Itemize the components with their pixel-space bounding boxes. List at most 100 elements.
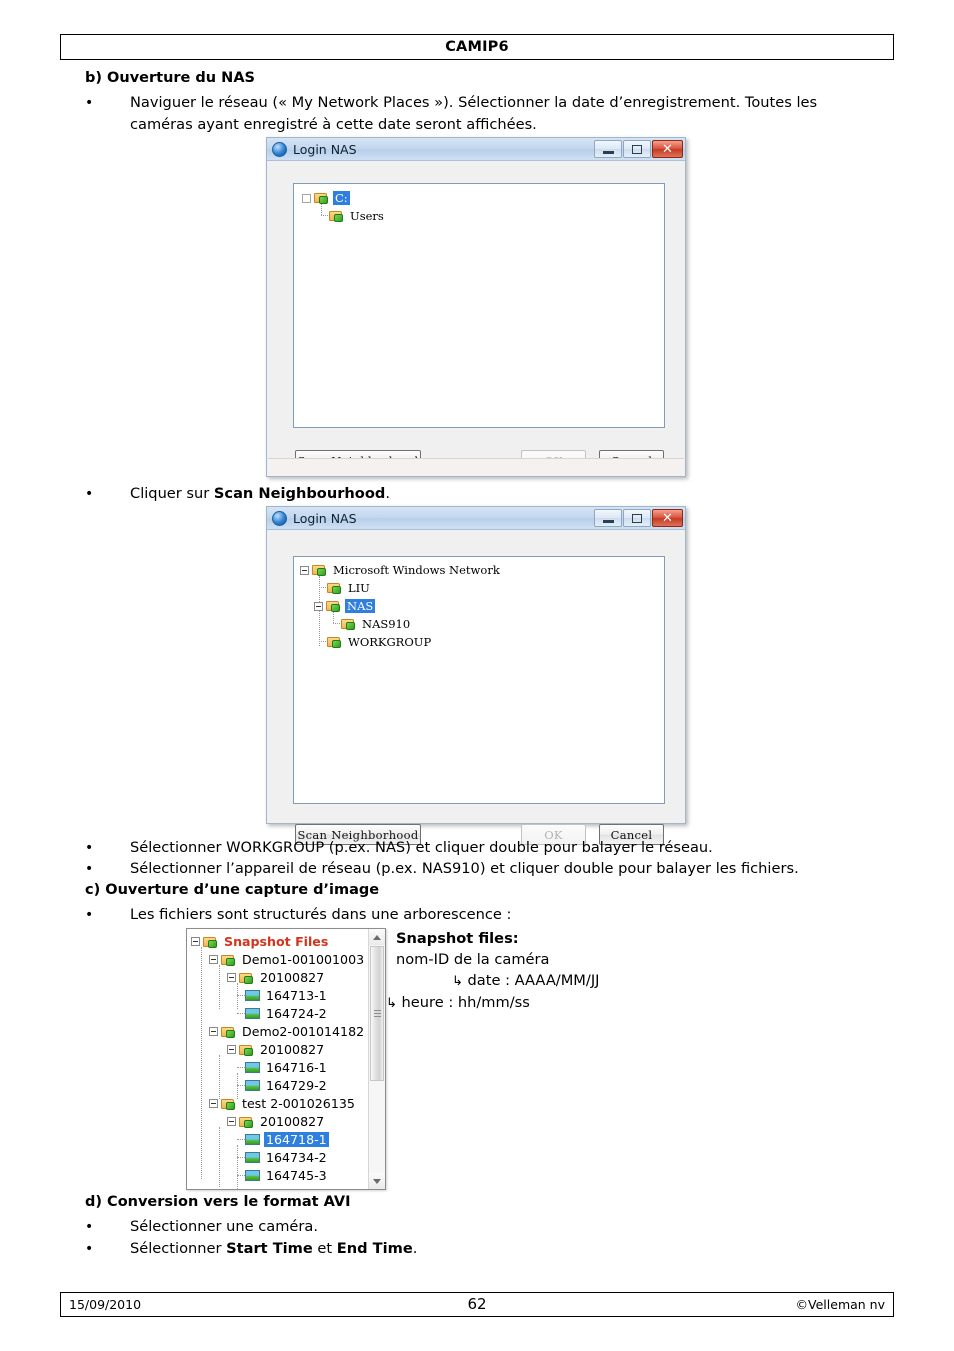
tree-node-nas910[interactable]: NAS910: [341, 617, 412, 631]
dialog1-tree-panel[interactable]: C: Users: [293, 183, 665, 428]
snapshot-tree-scrollbar[interactable]: [368, 929, 385, 1189]
snapshot-node-file-5-selected[interactable]: 164718-1: [245, 1132, 329, 1147]
expander-icon[interactable]: [209, 955, 218, 964]
tree-node-liu[interactable]: LIU: [327, 581, 372, 595]
dialog1-title: Login NAS: [293, 141, 357, 157]
bullet-marker: •: [85, 840, 94, 856]
login-nas-dialog-1[interactable]: Login NAS ✕ C: Users Scan Neighborhood O…: [266, 137, 686, 477]
scrollbar-thumb[interactable]: [370, 946, 384, 1081]
snapshot-node-test2[interactable]: test 2-001026135: [209, 1096, 357, 1111]
expander-icon[interactable]: [191, 937, 200, 946]
snapshot-node-label: test 2-001026135: [242, 1096, 355, 1111]
bullet-c1-text: Les fichiers sont structurés dans une ar…: [130, 906, 512, 923]
dialog2-tree-panel[interactable]: Microsoft Windows Network LIU NAS NAS910: [293, 556, 665, 804]
snapshot-node-label: 164745-3: [266, 1168, 327, 1183]
scroll-down-button[interactable]: [369, 1173, 385, 1189]
bullet-b2-bold: Scan Neighbourhood: [213, 485, 386, 502]
minimize-button[interactable]: [594, 140, 622, 158]
snapshot-legend: Snapshot files: nom-ID de la caméra ↳ da…: [386, 928, 599, 1014]
tree-node-users[interactable]: Users: [329, 209, 386, 223]
expander-icon[interactable]: [227, 973, 236, 982]
snapshot-node-root[interactable]: Snapshot Files: [191, 934, 330, 949]
snapshot-files-tree[interactable]: Snapshot Files Demo1-001001003 20100827 …: [186, 928, 386, 1190]
minimize-button[interactable]: [594, 509, 622, 527]
snapshot-node-label: 164724-2: [266, 1006, 327, 1021]
snapshot-node-file-6[interactable]: 164734-2: [245, 1150, 329, 1165]
snapshot-node-label: Demo2-001014182: [242, 1024, 365, 1039]
snapshot-node-file-7[interactable]: 164745-3: [245, 1168, 329, 1183]
image-file-icon: [245, 1170, 260, 1181]
legend-title: Snapshot files:: [396, 930, 519, 947]
snapshot-node-file-2[interactable]: 164724-2: [245, 1006, 329, 1021]
snapshot-node-file-4[interactable]: 164729-2: [245, 1078, 329, 1093]
snapshot-node-label: 164729-2: [266, 1078, 327, 1093]
maximize-button[interactable]: [623, 140, 651, 158]
bullet-d1-text: Sélectionner une caméra.: [130, 1218, 318, 1235]
close-button[interactable]: ✕: [652, 140, 683, 158]
legend-line-1: nom-ID de la caméra: [396, 951, 550, 968]
close-icon: ✕: [662, 141, 673, 157]
network-folder-icon: [239, 1116, 254, 1128]
tree-line: [237, 1175, 245, 1176]
bullet-b1-text: Naviguer le réseau (« My Network Places …: [130, 94, 818, 133]
tree-line: [237, 1085, 245, 1086]
expander-icon[interactable]: [300, 565, 309, 575]
expander-icon[interactable]: [209, 1027, 218, 1036]
snapshot-node-demo2[interactable]: Demo2-001014182: [209, 1024, 366, 1039]
expander-icon[interactable]: [227, 1045, 236, 1054]
tree-node-workgroup[interactable]: WORKGROUP: [327, 635, 433, 649]
bullet-b2-post: .: [385, 485, 390, 502]
bullet-d2-bold1: Start Time: [226, 1240, 313, 1257]
legend-line-3-text: heure : hh/mm/ss: [401, 994, 530, 1011]
expander-icon[interactable]: [302, 193, 311, 203]
snapshot-node-date-1[interactable]: 20100827: [227, 970, 326, 985]
section-heading-c: c) Ouverture d’une capture d’image: [85, 882, 380, 898]
expander-icon[interactable]: [314, 601, 323, 611]
chevron-up-icon: [373, 934, 381, 940]
tree-line: [237, 1139, 245, 1140]
bullet-d2: • Sélectionner Start Time et End Time.: [85, 1238, 885, 1260]
snapshot-node-file-3[interactable]: 164716-1: [245, 1060, 329, 1075]
dialog2-title: Login NAS: [293, 510, 357, 526]
network-folder-icon: [239, 1044, 254, 1056]
bullet-d2-mid: et: [312, 1240, 337, 1257]
snapshot-node-label: 20100827: [260, 970, 325, 985]
tree-node-nas[interactable]: NAS: [314, 599, 376, 613]
image-file-icon: [245, 1152, 260, 1163]
snapshot-node-date-3[interactable]: 20100827: [227, 1114, 326, 1129]
tree-line: [237, 1157, 245, 1158]
snapshot-node-label: 164713-1: [266, 988, 327, 1003]
network-folder-icon: [327, 636, 342, 648]
login-nas-dialog-2[interactable]: Login NAS ✕ Microsoft Windows Network LI…: [266, 506, 686, 845]
tree-node-label: LIU: [348, 581, 370, 595]
snapshot-node-label: Demo1-001001003: [242, 952, 365, 967]
tree-node-label: NAS: [345, 599, 376, 613]
snapshot-node-label: 164734-2: [266, 1150, 327, 1165]
expander-icon[interactable]: [209, 1099, 218, 1108]
tree-line: [237, 983, 238, 1009]
tree-line: [319, 587, 326, 588]
snapshot-tree-content[interactable]: Snapshot Files Demo1-001001003 20100827 …: [187, 929, 368, 1189]
network-folder-icon: [221, 1026, 236, 1038]
expander-icon[interactable]: [227, 1117, 236, 1126]
snapshot-node-file-1[interactable]: 164713-1: [245, 988, 329, 1003]
close-icon: ✕: [662, 510, 673, 526]
tree-line: [321, 204, 322, 215]
tree-node-microsoft-windows-network[interactable]: Microsoft Windows Network: [300, 563, 502, 577]
network-folder-icon: [221, 954, 236, 966]
image-file-icon: [245, 1008, 260, 1019]
dialog1-title-bar[interactable]: Login NAS ✕: [267, 138, 685, 161]
bullet-b2: • Cliquer sur Scan Neighbourhood.: [85, 483, 875, 505]
bullet-marker: •: [85, 1219, 94, 1235]
tree-node-c-drive[interactable]: C:: [302, 191, 350, 205]
bullet-d1: • Sélectionner une caméra.: [85, 1216, 885, 1238]
dialog2-title-bar[interactable]: Login NAS ✕: [267, 507, 685, 530]
maximize-button[interactable]: [623, 509, 651, 527]
arrow-icon: ↳: [386, 996, 397, 1011]
snapshot-node-demo1[interactable]: Demo1-001001003: [209, 952, 366, 967]
snapshot-node-date-2[interactable]: 20100827: [227, 1042, 326, 1057]
close-button[interactable]: ✕: [652, 509, 683, 527]
network-folder-icon: [326, 600, 341, 612]
scroll-up-button[interactable]: [369, 929, 385, 945]
bullet-marker: •: [85, 861, 94, 877]
